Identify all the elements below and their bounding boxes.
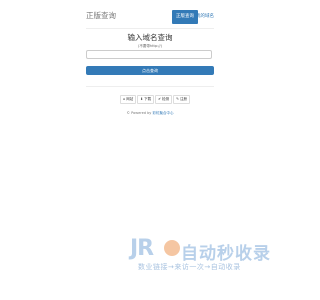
- link-register-button[interactable]: ✎ 注册: [173, 95, 191, 104]
- link-label: 检测: [162, 97, 170, 101]
- watermark-title: 自动秒收录: [181, 244, 271, 264]
- link-check-button[interactable]: ✔ 检测: [155, 95, 173, 104]
- link-website-button[interactable]: ⌂ 网站: [120, 95, 137, 104]
- footer-link[interactable]: 彩虹聚合中心: [153, 111, 174, 115]
- content-divider: [86, 86, 214, 87]
- links-row: ⌂ 网站 ⬇ 下载 ✔ 检测 ✎ 注册: [120, 95, 191, 104]
- link-label: 下载: [144, 97, 152, 101]
- pencil-icon: ✎: [176, 97, 180, 101]
- download-icon: ⬇: [140, 97, 144, 101]
- domain-input[interactable]: [86, 50, 212, 59]
- ok-icon: ✔: [158, 97, 162, 101]
- footer-prefix: © Powered by: [126, 111, 152, 115]
- nav-divider: [86, 28, 214, 29]
- page-title: 输入域名查询: [127, 33, 173, 42]
- watermark-subtitle: 数业链接→来访一次→自动收录: [138, 263, 241, 271]
- link-download-button[interactable]: ⬇ 下载: [137, 95, 155, 104]
- brand[interactable]: 正版查询: [86, 10, 116, 21]
- query-button[interactable]: 点击查询: [86, 66, 214, 75]
- watermark-logo-letters: JR: [130, 236, 154, 261]
- home-icon: ⌂: [123, 97, 126, 101]
- page: 正版查询 正版查询 我的域名 输入域名查询 (不要带http://) 点击查询 …: [0, 0, 300, 300]
- watermark-circle-icon: [164, 240, 180, 256]
- tab-query[interactable]: 正版查询: [172, 10, 198, 24]
- footer: © Powered by 彩虹聚合中心: [0, 111, 300, 116]
- input-hint: (不要带http://): [138, 44, 162, 48]
- link-label: 网站: [126, 97, 134, 101]
- link-label: 注册: [180, 97, 188, 101]
- tab-my-domain[interactable]: 我的域名: [196, 10, 214, 24]
